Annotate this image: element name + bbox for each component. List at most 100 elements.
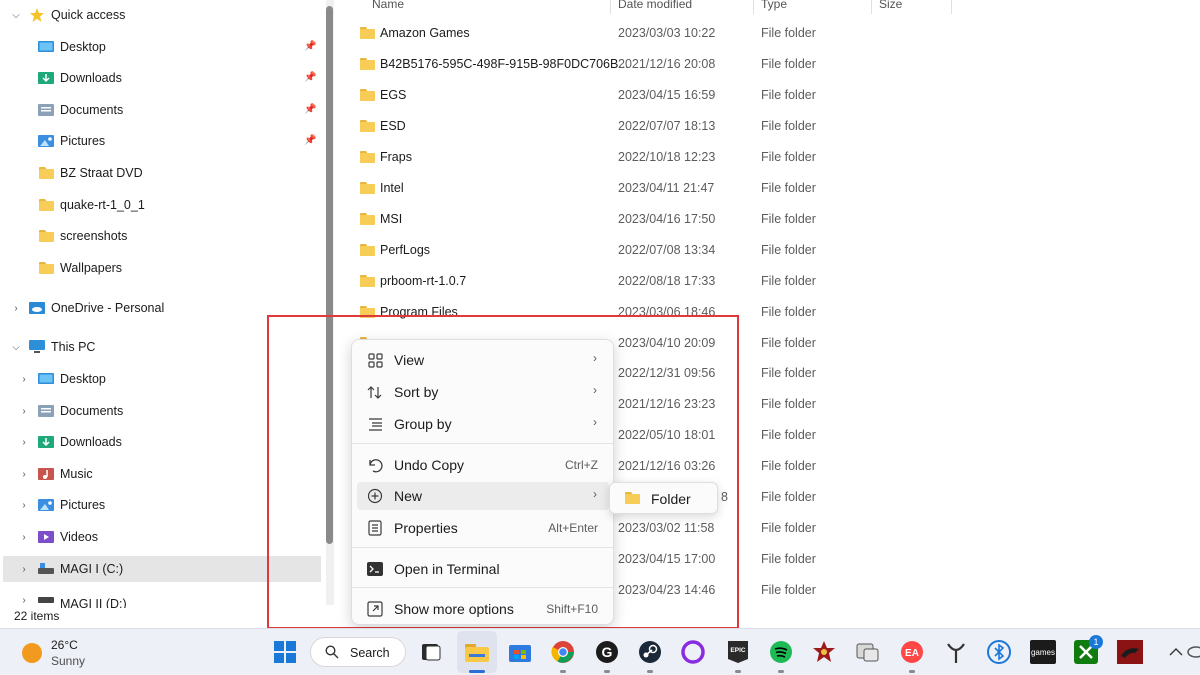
file-type: File folder	[761, 428, 816, 443]
menu-item-sort-by[interactable]: Sort by ›	[357, 378, 609, 406]
menu-label: New	[394, 488, 423, 504]
chevron-right-icon: ›	[593, 383, 597, 397]
bluetooth-app-icon[interactable]	[986, 639, 1012, 665]
column-separator[interactable]	[610, 0, 611, 14]
running-indicator	[647, 670, 653, 673]
nav-item-desktop[interactable]: Desktop 📌	[0, 34, 320, 60]
group-icon	[367, 416, 383, 432]
chrome-icon[interactable]	[550, 639, 576, 665]
menu-item-view[interactable]: View ›	[357, 346, 609, 374]
status-item-count: 22 items	[14, 609, 60, 623]
column-header-name[interactable]: Name	[372, 0, 404, 13]
menu-item-new[interactable]: New ›	[357, 482, 609, 510]
menu-item-group-by[interactable]: Group by ›	[357, 410, 609, 438]
file-name: MSI	[380, 211, 403, 226]
column-separator[interactable]	[753, 0, 754, 14]
file-explorer-icon[interactable]	[464, 639, 490, 665]
menu-item-show-more[interactable]: Show more options Shift+F10	[357, 595, 609, 623]
file-name: B42B5176-595C-498F-915B-98F0DC706B...	[380, 56, 629, 71]
column-separator[interactable]	[871, 0, 872, 14]
folder-icon	[38, 229, 54, 243]
nav-label: Pictures	[60, 134, 106, 148]
nav-label: Documents	[60, 404, 124, 418]
nav-item-documents[interactable]: Documents 📌	[0, 97, 320, 123]
file-row[interactable]: prboom-rt-1.0.7 2022/08/18 17:33 File fold…	[358, 270, 1200, 294]
nav-item-quake-rt[interactable]: quake-rt-1_0_1	[0, 192, 320, 218]
system-tray-icon[interactable]	[1186, 639, 1200, 665]
file-row[interactable]: PerfLogs 2022/07/08 13:34 File folder	[358, 239, 1200, 263]
chevron-right-icon[interactable]: ›	[18, 531, 30, 543]
chevron-right-icon[interactable]: ›	[18, 436, 30, 448]
gog-galaxy-icon[interactable]: G	[594, 639, 620, 665]
menu-item-properties[interactable]: Properties Alt+Enter	[357, 514, 609, 542]
pin-icon[interactable]: 📌	[304, 72, 316, 84]
spotify-icon[interactable]	[768, 639, 794, 665]
file-row[interactable]: B42B5176-595C-498F-915B-98F0DC706B... 202…	[358, 53, 1200, 77]
submenu-item-folder[interactable]: Folder	[610, 483, 717, 513]
nav-quick-access[interactable]: ⌵ Quick access	[0, 2, 320, 28]
sun-icon[interactable]	[22, 643, 42, 663]
file-row[interactable]: Intel 2023/04/11 21:47 File folder	[358, 177, 1200, 201]
windows-start-icon[interactable]	[272, 639, 298, 665]
menu-item-open-terminal[interactable]: Open in Terminal	[357, 555, 609, 583]
chevron-right-icon[interactable]: ›	[18, 594, 30, 606]
quake-icon[interactable]	[943, 639, 969, 665]
weather-condition[interactable]: Sunny	[51, 654, 85, 668]
chevron-right-icon[interactable]: ›	[18, 499, 30, 511]
circle-app-icon[interactable]	[680, 639, 706, 665]
file-row[interactable]: Amazon Games 2023/03/03 10:22 File folder	[358, 22, 1200, 46]
pin-icon[interactable]: 📌	[304, 135, 316, 147]
chevron-right-icon[interactable]: ›	[18, 405, 30, 417]
file-row[interactable]: EGS 2023/04/15 16:59 File folder	[358, 84, 1200, 108]
ea-app-icon[interactable]: EA	[899, 639, 925, 665]
file-date: 2023/04/15 16:59	[618, 87, 716, 102]
chevron-right-icon[interactable]: ›	[18, 563, 30, 575]
steam-icon[interactable]	[637, 639, 663, 665]
folder-icon	[625, 492, 640, 507]
file-row[interactable]: Fraps 2022/10/18 12:23 File folder	[358, 146, 1200, 170]
screenshot-tool-icon[interactable]	[855, 639, 881, 665]
documents-icon	[38, 103, 54, 117]
chevron-down-icon[interactable]: ⌵	[10, 9, 22, 21]
red-game-icon[interactable]	[1117, 639, 1143, 665]
task-view-icon[interactable]	[418, 639, 444, 665]
file-row[interactable]: MSI 2023/04/16 17:50 File folder	[358, 208, 1200, 232]
running-indicator	[560, 670, 566, 673]
show-more-icon	[367, 601, 383, 617]
running-indicator	[604, 670, 610, 673]
column-header-date[interactable]: Date modified	[618, 0, 692, 13]
nav-item-bz-straat-dvd[interactable]: BZ Straat DVD	[0, 160, 320, 186]
file-date: 2023/04/11 21:47	[618, 180, 715, 195]
chevron-down-icon[interactable]: ⌵	[10, 341, 22, 353]
taskbar-search-button[interactable]: Search	[310, 637, 406, 667]
epic-games-icon[interactable]: EPIC	[725, 639, 751, 665]
file-type: File folder	[761, 56, 816, 71]
pin-icon[interactable]: 📌	[304, 41, 316, 53]
nav-item-downloads[interactable]: Downloads 📌	[0, 65, 320, 91]
column-header-type[interactable]: Type	[761, 0, 787, 13]
folder-icon	[360, 243, 375, 259]
file-row[interactable]: ESD 2022/07/07 18:13 File folder	[358, 115, 1200, 139]
file-name: PerfLogs	[380, 242, 431, 257]
nav-item-pictures[interactable]: Pictures 📌	[0, 128, 320, 154]
nav-item-screenshots[interactable]: screenshots	[0, 223, 320, 249]
chevron-right-icon[interactable]: ›	[18, 373, 30, 385]
grid-view-icon	[367, 352, 383, 368]
folder-icon	[360, 57, 375, 73]
game-app-icon[interactable]	[811, 639, 837, 665]
weather-temperature[interactable]: 26°C	[51, 638, 78, 652]
menu-item-undo-copy[interactable]: Undo Copy Ctrl+Z	[357, 451, 609, 479]
chevron-right-icon[interactable]: ›	[18, 468, 30, 480]
microsoft-store-icon[interactable]	[507, 639, 533, 665]
running-indicator	[735, 670, 741, 673]
nav-label: MAGI II (D:)	[60, 597, 127, 608]
file-date: 2022/10/18 12:23	[618, 149, 716, 164]
pin-icon[interactable]: 📌	[304, 104, 316, 116]
file-date: 2022/07/07 18:13	[618, 118, 716, 133]
games-app-icon[interactable]: games	[1030, 639, 1056, 665]
nav-item-wallpapers[interactable]: Wallpapers	[0, 255, 320, 281]
column-header-size[interactable]: Size	[879, 0, 902, 13]
chevron-right-icon[interactable]: ›	[10, 302, 22, 314]
column-separator[interactable]	[951, 0, 952, 14]
file-name: prboom-rt-1.0.7	[380, 273, 467, 288]
